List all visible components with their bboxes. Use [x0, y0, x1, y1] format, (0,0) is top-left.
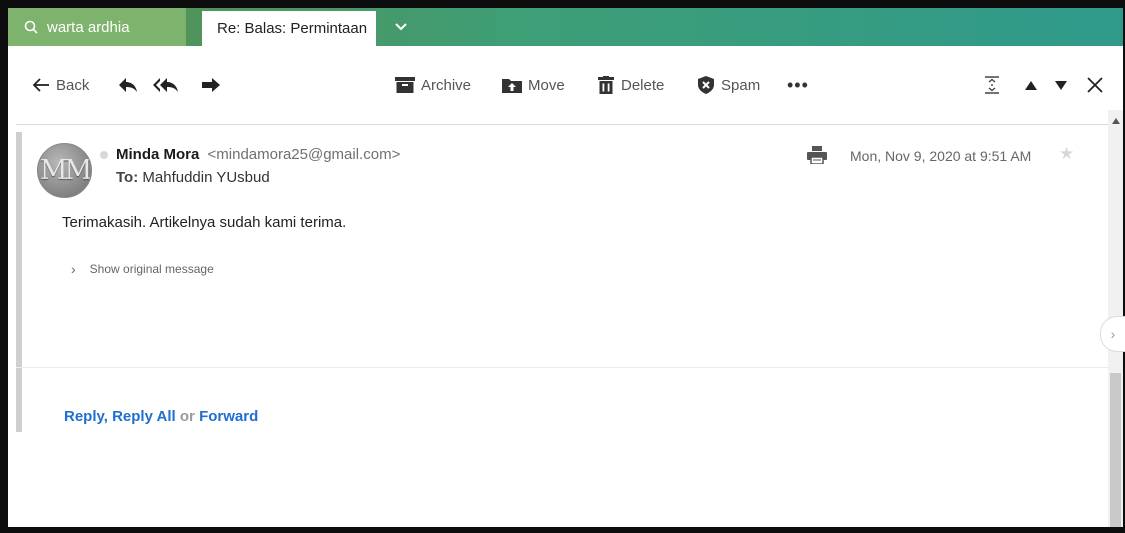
- presence-dot-icon: [100, 151, 108, 159]
- tab-overflow-button[interactable]: [388, 8, 414, 46]
- spam-button[interactable]: Spam: [697, 46, 760, 124]
- archive-icon: [395, 77, 415, 93]
- message-date: Mon, Nov 9, 2020 at 9:51 AM: [850, 148, 1032, 164]
- divider: [16, 367, 1108, 368]
- scroll-up-icon[interactable]: [1108, 114, 1123, 128]
- forward-icon: [201, 77, 221, 93]
- expand-collapse-icon: [984, 76, 1000, 94]
- forward-button[interactable]: [201, 46, 221, 124]
- printer-icon: [807, 146, 827, 168]
- reply-all-button[interactable]: [153, 46, 179, 124]
- chevron-right-icon: ›: [1110, 326, 1116, 342]
- sender-name[interactable]: Minda Mora: [116, 146, 199, 163]
- reply-button[interactable]: [118, 46, 138, 124]
- avatar[interactable]: MM: [37, 143, 92, 198]
- show-original-label: Show original message: [89, 262, 214, 276]
- reply-link[interactable]: Reply: [64, 408, 104, 425]
- more-actions-button[interactable]: •••: [787, 46, 809, 124]
- print-button[interactable]: [807, 146, 827, 169]
- reply-all-icon: [153, 77, 179, 93]
- move-icon: [502, 77, 522, 93]
- thread-indicator-bar: [16, 132, 22, 432]
- shield-icon: [697, 76, 715, 94]
- reply-comma: ,: [103, 408, 108, 425]
- show-original-toggle[interactable]: › Show original message: [71, 261, 214, 277]
- reply-icon: [118, 77, 138, 93]
- delete-button[interactable]: Delete: [597, 46, 664, 124]
- divider: [16, 124, 1108, 129]
- back-label: Back: [56, 76, 90, 94]
- recipient-line: To: Mahfuddin YUsbud: [116, 169, 270, 186]
- message-toolbar: Back Archive Move Delete Spam •••: [8, 46, 1123, 124]
- triangle-down-icon: [1055, 80, 1067, 90]
- message-body: Terimakasih. Artikelnya sudah kami terim…: [62, 214, 347, 231]
- arrow-left-icon: [32, 78, 50, 92]
- chevron-right-icon: ›: [71, 261, 76, 277]
- archive-label: Archive: [421, 76, 472, 94]
- expand-collapse-button[interactable]: [984, 46, 1000, 124]
- move-button[interactable]: Move: [502, 46, 565, 124]
- to-label: To:: [116, 169, 139, 186]
- reply-all-link[interactable]: Reply All: [112, 408, 176, 425]
- tab-message-label: Re: Balas: Permintaan: [217, 20, 368, 37]
- message-view: MM Minda Mora <mindamora25@gmail.com> To…: [8, 124, 1108, 527]
- star-icon[interactable]: ★: [1059, 144, 1074, 164]
- avatar-initials: MM: [39, 155, 91, 186]
- more-dots-icon: •••: [787, 74, 809, 95]
- spam-label: Spam: [721, 76, 761, 94]
- previous-message-button[interactable]: [1025, 46, 1037, 124]
- forward-link[interactable]: Forward: [199, 408, 258, 425]
- tab-message[interactable]: Re: Balas: Permintaan: [202, 11, 376, 46]
- scrollbar-thumb[interactable]: [1110, 373, 1121, 527]
- recipient-name[interactable]: Mahfuddin YUsbud: [142, 169, 269, 186]
- reply-links: Reply, Reply All or Forward: [64, 408, 258, 425]
- back-button[interactable]: Back: [32, 46, 89, 124]
- triangle-up-icon: [1025, 80, 1037, 90]
- search-icon: [24, 20, 38, 34]
- or-text: or: [179, 408, 195, 425]
- tab-search[interactable]: warta ardhia: [8, 8, 186, 46]
- trash-icon: [597, 76, 615, 94]
- next-pane-button[interactable]: ›: [1100, 316, 1125, 352]
- next-message-button[interactable]: [1055, 46, 1067, 124]
- delete-label: Delete: [621, 76, 665, 94]
- close-icon: [1086, 76, 1104, 94]
- tab-bar: warta ardhia Re: Balas: Permintaan: [8, 8, 1123, 46]
- move-label: Move: [528, 76, 565, 94]
- chevron-down-icon: [395, 18, 407, 36]
- archive-button[interactable]: Archive: [395, 46, 471, 124]
- close-button[interactable]: [1086, 46, 1104, 124]
- sender-email[interactable]: <mindamora25@gmail.com>: [208, 146, 401, 163]
- sender-line: Minda Mora <mindamora25@gmail.com>: [116, 146, 400, 163]
- tab-search-label: warta ardhia: [47, 18, 130, 36]
